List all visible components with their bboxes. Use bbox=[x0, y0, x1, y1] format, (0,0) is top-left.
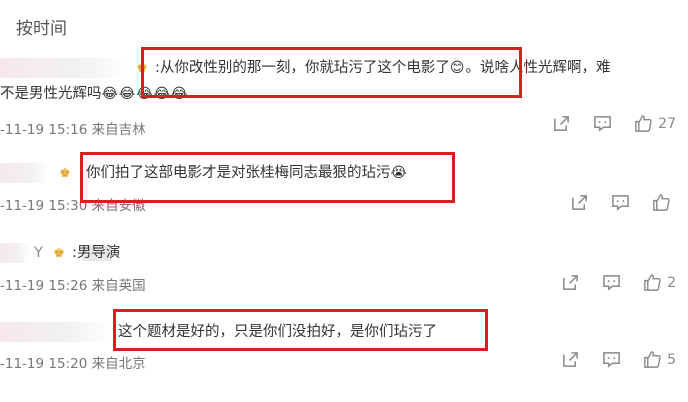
comment-actions: 5 bbox=[561, 350, 676, 369]
like-icon bbox=[644, 274, 661, 291]
sort-label[interactable]: 按时间 bbox=[16, 14, 67, 39]
comment-meta: -11-19 15:20 来自北京 bbox=[0, 352, 146, 372]
share-button[interactable] bbox=[561, 350, 580, 369]
comment-meta: -11-19 15:26 来自英国 bbox=[0, 274, 146, 294]
comment-actions bbox=[570, 193, 676, 212]
share-button[interactable] bbox=[570, 193, 589, 212]
like-button[interactable]: 27 bbox=[634, 114, 676, 133]
highlight-box bbox=[141, 47, 522, 98]
comment-location: 来自英国 bbox=[91, 278, 146, 294]
like-count: 2 bbox=[667, 274, 676, 291]
highlight-box bbox=[80, 152, 455, 203]
share-button[interactable] bbox=[561, 273, 580, 292]
like-button[interactable] bbox=[652, 193, 676, 212]
commenter-name[interactable] bbox=[0, 243, 30, 263]
reply-button[interactable] bbox=[602, 273, 621, 292]
comment-actions: 27 bbox=[552, 114, 676, 133]
comment-actions: 2 bbox=[561, 273, 676, 292]
comment-time: -11-19 15:26 bbox=[0, 278, 88, 294]
crown-badge-icon: ♚ bbox=[59, 165, 71, 181]
like-icon bbox=[644, 351, 661, 368]
share-button[interactable] bbox=[552, 114, 571, 133]
share-icon bbox=[563, 352, 578, 367]
laugh-emoji-icon: 😂 bbox=[118, 86, 136, 102]
comment-icon bbox=[603, 352, 620, 368]
comment-text: :男导演 bbox=[72, 245, 121, 261]
share-icon bbox=[572, 195, 587, 210]
like-button[interactable]: 2 bbox=[643, 273, 676, 292]
share-icon bbox=[554, 116, 570, 131]
laugh-emoji-icon: 😂 bbox=[101, 86, 118, 102]
commenter-name[interactable] bbox=[0, 58, 128, 78]
comment-icon bbox=[612, 195, 629, 211]
comment-meta: -11-19 15:16 来自吉林 bbox=[0, 118, 146, 138]
commenter-name[interactable] bbox=[0, 322, 112, 342]
like-button[interactable]: 5 bbox=[643, 350, 676, 369]
comment-icon bbox=[603, 275, 620, 291]
like-count: 27 bbox=[658, 115, 676, 132]
comment-location: 来自北京 bbox=[91, 356, 146, 372]
commenter-name-tail[interactable]: Y bbox=[34, 243, 43, 263]
reply-button[interactable] bbox=[602, 350, 621, 369]
reply-button[interactable] bbox=[611, 193, 630, 212]
comment-location: 来自吉林 bbox=[91, 122, 146, 138]
commenter-name[interactable] bbox=[0, 163, 50, 183]
highlight-box bbox=[113, 309, 488, 351]
comment-time: -11-19 15:30 bbox=[0, 198, 88, 214]
comment-time: -11-19 15:20 bbox=[0, 356, 88, 372]
crown-badge-icon: ♚ bbox=[53, 245, 65, 261]
reply-button[interactable] bbox=[593, 114, 612, 133]
like-icon bbox=[635, 115, 652, 132]
like-count: 5 bbox=[667, 351, 676, 368]
comment-time: -11-19 15:16 bbox=[0, 122, 88, 138]
share-icon bbox=[563, 275, 578, 290]
comment-icon bbox=[594, 116, 612, 132]
like-icon bbox=[653, 194, 670, 211]
